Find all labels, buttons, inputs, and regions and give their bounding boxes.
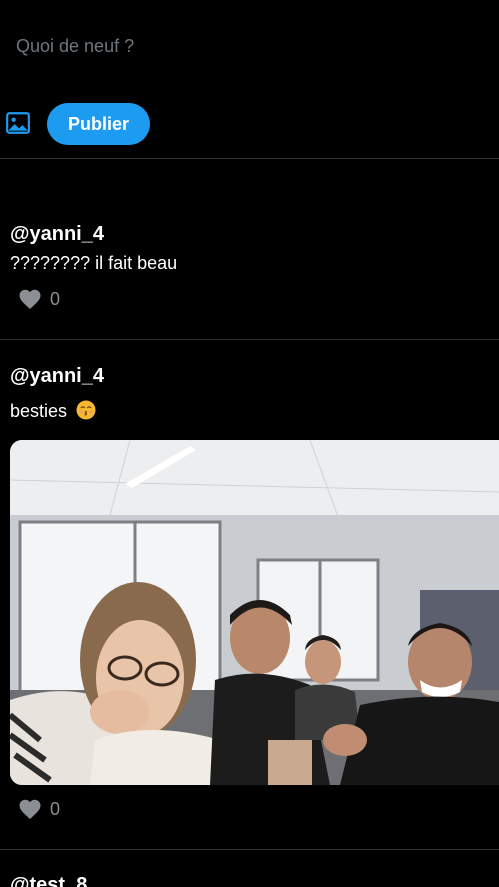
publish-button[interactable]: Publier <box>47 103 150 145</box>
post-username[interactable]: @yanni_4 <box>10 223 104 246</box>
like-row: 0 <box>18 798 60 820</box>
like-count: 0 <box>50 798 61 819</box>
post-text-input[interactable] <box>16 36 476 57</box>
post-username[interactable]: @yanni_4 <box>10 365 104 388</box>
heart-icon[interactable] <box>18 288 42 310</box>
post-text: ???????? il fait beau <box>10 253 178 273</box>
heart-icon[interactable] <box>18 798 42 820</box>
like-count: 0 <box>50 288 61 309</box>
post-username[interactable]: @test_8 <box>10 874 87 887</box>
post-text-content: besties <box>10 401 68 421</box>
image-icon[interactable] <box>5 110 31 136</box>
kissing-face-emoji <box>76 400 96 420</box>
post-item: @yanni_4 ???????? il fait beau 0 <box>0 159 499 340</box>
post-text: besties <box>10 400 96 422</box>
like-row: 0 <box>18 288 60 310</box>
post-composer: Publier <box>0 0 499 159</box>
post-item: @test_8 <box>0 850 499 887</box>
post-image[interactable] <box>10 440 499 785</box>
post-item: @yanni_4 besties 0 <box>0 340 499 850</box>
